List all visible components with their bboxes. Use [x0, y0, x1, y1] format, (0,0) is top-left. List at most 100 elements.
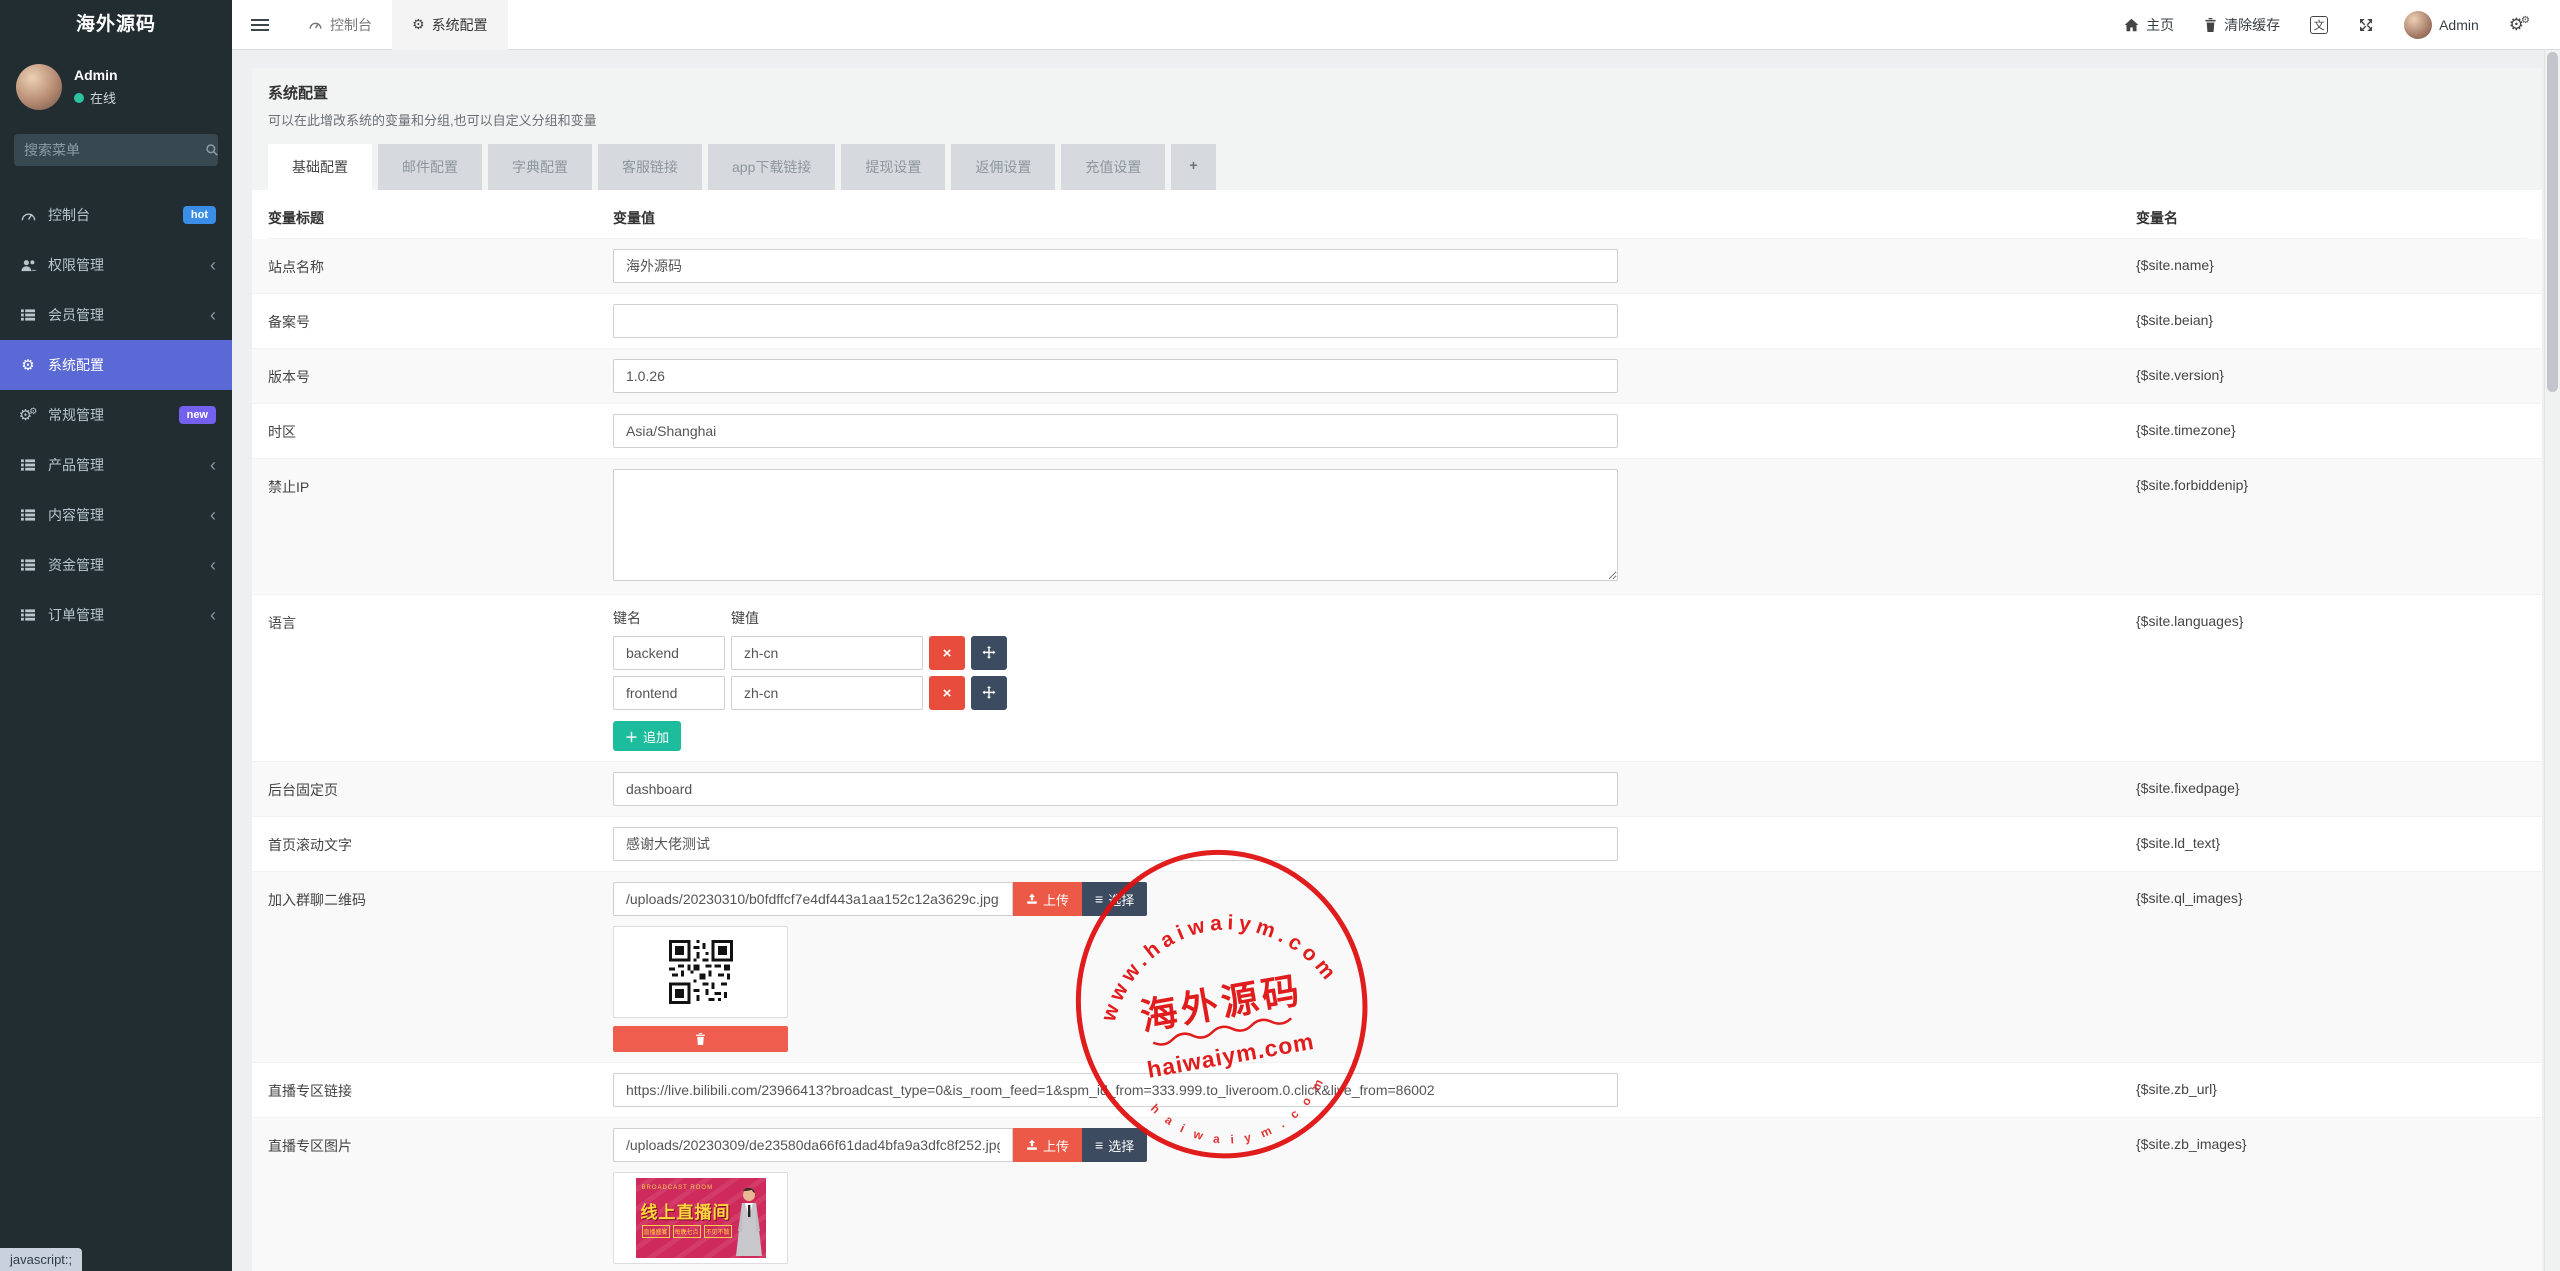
fullscreen-icon [2358, 17, 2374, 33]
gear-icon: ⚙ [16, 356, 40, 374]
translate-icon: 文 [2310, 16, 2328, 34]
sidebar-item-content[interactable]: 内容管理 ‹ [0, 490, 232, 540]
system-config-panel: 系统配置 可以在此增改系统的变量和分组,也可以自定义分组和变量 基础配置 邮件配… [252, 68, 2542, 1271]
tab-app-download[interactable]: app下载链接 [708, 144, 835, 190]
tab-rebate-settings[interactable]: 返佣设置 [951, 144, 1055, 190]
variable-name: {$site.zb_url} [2136, 1073, 2217, 1097]
user-panel: Admin 在线 [0, 50, 232, 120]
user-menu[interactable]: Admin [2404, 11, 2479, 39]
sidebar-item-label: 系统配置 [48, 355, 104, 375]
sidebar-item-dashboard[interactable]: 控制台 hot [0, 190, 232, 240]
live-banner-image: BROADCAST ROOM 线上直播间 直播盛宴 每晚七点 不见不散 [636, 1178, 766, 1258]
search-input[interactable] [24, 142, 205, 158]
version-input[interactable] [613, 359, 1618, 393]
language-value-input[interactable] [731, 676, 923, 710]
tab-dashboard[interactable]: 控制台 [288, 0, 392, 50]
list-icon [16, 308, 40, 322]
list-icon [16, 458, 40, 472]
qr-code-preview[interactable] [613, 926, 788, 1018]
tab-mail-config[interactable]: 邮件配置 [378, 144, 482, 190]
live-image-path-input[interactable] [613, 1128, 1013, 1162]
fullscreen-button[interactable] [2358, 17, 2374, 33]
timezone-input[interactable] [613, 414, 1618, 448]
online-dot-icon [74, 93, 84, 103]
remove-row-button[interactable]: × [929, 676, 965, 710]
vertical-scrollbar[interactable] [2544, 50, 2560, 1271]
sidebar-item-label: 内容管理 [48, 505, 104, 525]
sidebar-item-general[interactable]: ⚙⚙ 常规管理 new [0, 390, 232, 440]
sidebar-item-funds[interactable]: 资金管理 ‹ [0, 540, 232, 590]
language-key-input[interactable] [613, 636, 725, 670]
table-row: 后台固定页 {$site.fixedpage} [252, 762, 2542, 817]
settings-button[interactable]: ⚙⚙ [2509, 15, 2530, 35]
tab-service-link[interactable]: 客服链接 [598, 144, 702, 190]
upload-button[interactable]: 上传 [1013, 1128, 1082, 1162]
site-name-input[interactable] [613, 249, 1618, 283]
tab-label: 控制台 [330, 15, 372, 35]
sidebar-item-orders[interactable]: 订单管理 ‹ [0, 590, 232, 640]
language-button[interactable]: 文 [2310, 16, 2328, 34]
tab-dict-config[interactable]: 字典配置 [488, 144, 592, 190]
add-tab-button[interactable]: + [1171, 144, 1215, 190]
gears-icon: ⚙⚙ [16, 406, 40, 424]
live-banner-preview[interactable]: BROADCAST ROOM 线上直播间 直播盛宴 每晚七点 不见不散 [613, 1172, 788, 1264]
remove-row-button[interactable]: × [929, 636, 965, 670]
sidebar-item-products[interactable]: 产品管理 ‹ [0, 440, 232, 490]
live-url-input[interactable] [613, 1073, 1618, 1107]
variable-name: {$site.version} [2136, 359, 2224, 383]
tachometer-icon [308, 18, 323, 31]
choose-button[interactable]: ≡ 选择 [1082, 882, 1147, 916]
choose-button[interactable]: ≡ 选择 [1082, 1128, 1147, 1162]
clear-cache-button[interactable]: 清除缓存 [2204, 15, 2280, 35]
chevron-left-icon: ‹ [210, 606, 216, 624]
gears-icon: ⚙⚙ [2509, 15, 2530, 35]
beian-input[interactable] [613, 304, 1618, 338]
avatar [2404, 11, 2432, 39]
kv-row: × [613, 636, 1618, 670]
move-icon [982, 646, 996, 660]
qr-image-path-input[interactable] [613, 882, 1013, 916]
language-key-input[interactable] [613, 676, 725, 710]
users-icon [16, 258, 40, 273]
kv-headers: 键名 键值 [613, 608, 1618, 628]
sidebar-item-system-config[interactable]: ⚙ 系统配置 [0, 340, 232, 390]
scrollbar-thumb[interactable] [2547, 52, 2558, 392]
plus-icon: ＋ [625, 727, 638, 746]
sidebar-item-permissions[interactable]: 权限管理 ‹ [0, 240, 232, 290]
close-icon: × [943, 685, 952, 702]
fixed-page-input[interactable] [613, 772, 1618, 806]
home-icon [2124, 18, 2139, 32]
tab-withdraw-settings[interactable]: 提现设置 [841, 144, 945, 190]
home-button[interactable]: 主页 [2124, 15, 2174, 35]
variable-name: {$site.beian} [2136, 304, 2213, 328]
list-icon: ≡ [1095, 1137, 1103, 1153]
upload-button[interactable]: 上传 [1013, 882, 1082, 916]
sidebar-item-members[interactable]: 会员管理 ‹ [0, 290, 232, 340]
user-status: 在线 [74, 88, 118, 107]
search-icon[interactable] [205, 143, 219, 157]
sidebar-item-label: 会员管理 [48, 305, 104, 325]
username-label: Admin [2439, 17, 2479, 33]
tab-system-config[interactable]: ⚙ 系统配置 [392, 0, 508, 50]
language-value-input[interactable] [731, 636, 923, 670]
append-button[interactable]: ＋追加 [613, 721, 681, 751]
sidebar-item-label: 产品管理 [48, 455, 104, 475]
forbidden-ip-textarea[interactable] [613, 469, 1618, 581]
sidebar-search [14, 134, 218, 166]
sidebar: 海外源码 Admin 在线 控制台 hot 权限管理 [0, 0, 232, 1271]
tab-basic-config[interactable]: 基础配置 [268, 144, 372, 190]
drag-row-button[interactable] [971, 636, 1007, 670]
tab-recharge-settings[interactable]: 充值设置 [1061, 144, 1165, 190]
chevron-left-icon: ‹ [210, 506, 216, 524]
hamburger-icon[interactable] [232, 19, 288, 31]
table-row: 首页滚动文字 {$site.ld_text} [252, 817, 2542, 872]
drag-row-button[interactable] [971, 676, 1007, 710]
panel-body: 变量标题 变量值 变量名 站点名称 {$site.name} 备案号 {$sit… [252, 190, 2542, 1271]
scroll-text-input[interactable] [613, 827, 1618, 861]
delete-image-button[interactable] [613, 1026, 788, 1052]
presenter-figure [730, 1186, 766, 1258]
config-tabs: 基础配置 邮件配置 字典配置 客服链接 app下载链接 提现设置 返佣设置 充值… [268, 144, 2526, 190]
variable-name: {$site.forbiddenip} [2136, 469, 2248, 493]
sidebar-item-label: 权限管理 [48, 255, 104, 275]
table-row: 站点名称 {$site.name} [252, 239, 2542, 294]
